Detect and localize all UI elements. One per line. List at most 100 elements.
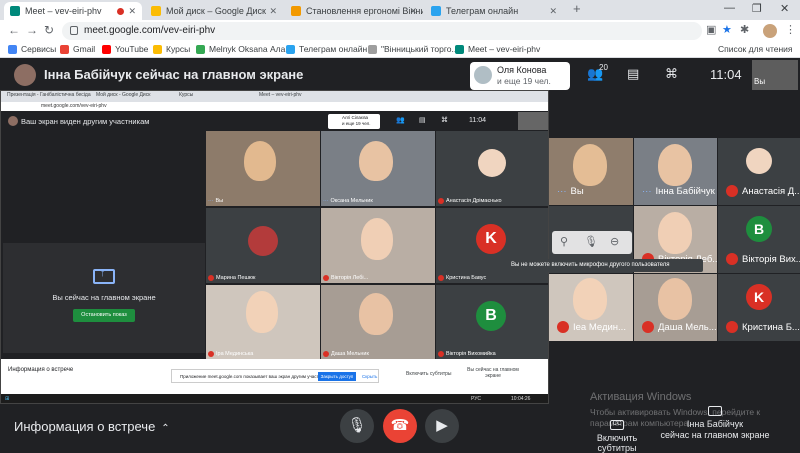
camera-icon[interactable]: ▣ — [706, 23, 716, 36]
bookmark-gmail[interactable]: Gmail — [60, 44, 95, 54]
new-tab-button[interactable]: + — [573, 1, 581, 16]
shared-tile: Вікторія Лебі... — [321, 208, 435, 283]
reading-list[interactable]: Список для чтения — [718, 44, 793, 54]
bookmark-vinnytsia[interactable]: "Вінницький торго... — [368, 44, 459, 54]
bookmark-youtube[interactable]: YouTube — [102, 44, 148, 54]
bookmark-courses[interactable]: Курсы — [153, 44, 190, 54]
participant-tile[interactable]: В Вікторія Вих... — [718, 206, 800, 273]
meet-favicon-icon — [10, 6, 20, 16]
mic-off-icon[interactable]: 🎙 — [584, 235, 598, 248]
tab-title: Становлення ергономі Вінниця — [306, 6, 423, 16]
telegram-favicon-icon — [431, 6, 441, 16]
shared-screen: Презентація - Ганібалістична бесіда Мой … — [0, 90, 549, 404]
people-icon[interactable]: 👥 20 — [587, 63, 608, 82]
tab-drive[interactable]: Мой диск – Google Диск ✕ — [145, 2, 283, 20]
presenter-bar: Інна Бабійчук сейчас на главном экране О… — [0, 58, 800, 90]
shared-tile: Марина Пешюк — [206, 208, 320, 283]
shared-participant-chip: Алгі Сілаєва и еще 19 чел. — [328, 114, 380, 129]
folder-icon — [153, 44, 162, 54]
present-icon — [708, 406, 722, 416]
presenter-title: Інна Бабійчук сейчас на главном экране — [44, 67, 304, 82]
shared-tab-strip: Презентація - Ганібалістична бесіда Мой … — [1, 91, 548, 102]
self-thumbnail[interactable]: Вы — [752, 60, 798, 90]
tile-hover-toolbar: ⚲ 🎙 ⊖ — [552, 231, 632, 254]
participant-tile[interactable]: Анастасія Д... — [718, 138, 800, 205]
present-screen-icon — [93, 267, 115, 284]
bookmarks-bar: Сервисы Gmail YouTube Курсы Melnyk Oksan… — [0, 42, 800, 58]
bookmark-star-icon[interactable]: ★ — [722, 23, 732, 36]
closed-captions-icon: CC — [610, 420, 624, 430]
browser-tab-strip: Meet – vev-eiri-phv ✕ Мой диск – Google … — [0, 0, 800, 20]
participant-tile[interactable]: Даша Мель... — [634, 274, 717, 341]
presenting-card: Вы сейчас на главном экране Остановить п… — [3, 243, 205, 353]
windows-start-icon: ⊞ — [5, 396, 10, 402]
participant-tile[interactable]: ··· Вы — [549, 138, 633, 205]
remove-icon[interactable]: ⊖ — [610, 235, 619, 248]
extensions-icon[interactable]: ✱ — [740, 23, 749, 36]
people-icon: 👥 — [396, 117, 405, 124]
youtube-icon — [102, 44, 111, 54]
shared-header: Ваш экран виден другим участникам Алгі С… — [1, 111, 548, 131]
participant-tile[interactable]: ··· Інна Бабійчук — [634, 138, 717, 205]
clock: 11:04 — [710, 67, 742, 82]
forward-icon[interactable]: → — [26, 23, 38, 37]
maximize-icon[interactable]: ❐ — [752, 2, 762, 15]
subtitles-button[interactable]: CC Включить субтитры — [577, 420, 657, 453]
presenter-avatar — [14, 64, 36, 86]
meeting-info-button[interactable]: Информация о встрече ⌃ — [14, 419, 170, 434]
shared-self-thumb — [518, 112, 548, 130]
close-tab-icon[interactable]: ✕ — [128, 6, 136, 17]
browser-toolbar: ← → ↻ meet.google.com/vev-eiri-phv ▣ ★ ✱… — [0, 20, 800, 42]
recording-dot-icon — [117, 8, 124, 15]
tab-ergonomics[interactable]: Становлення ергономі Вінниця ✕ — [285, 2, 423, 20]
participant-tile[interactable]: K Кристина Б... — [718, 274, 800, 341]
tab-telegram[interactable]: Телеграм онлайн ✕ — [425, 2, 563, 20]
site-icon — [196, 44, 205, 54]
avatar — [8, 116, 18, 126]
screen-share-notification: Приложение meet.google.com показывает ва… — [171, 369, 379, 383]
back-icon[interactable]: ← — [8, 23, 20, 37]
close-tab-icon[interactable]: ✕ — [549, 6, 557, 17]
menu-icon[interactable]: ⋮ — [785, 23, 796, 36]
end-call-button[interactable]: ☎ — [383, 409, 417, 443]
tab-title: Телеграм онлайн — [446, 6, 519, 16]
bookmark-telegram[interactable]: Телеграм онлайн — [286, 44, 367, 54]
drive-favicon-icon — [151, 6, 161, 16]
meet-window: Інна Бабійчук сейчас на главном экране О… — [0, 58, 800, 453]
bookmark-meet[interactable]: Meet – vev-eiri-phv — [455, 44, 540, 54]
participant-chip[interactable]: Оля Конова и еще 19 чел. — [470, 62, 570, 90]
close-tab-icon[interactable]: ✕ — [409, 6, 417, 17]
apps-icon — [8, 44, 17, 54]
doc-favicon-icon — [291, 6, 301, 16]
profile-avatar[interactable] — [763, 24, 777, 38]
site-icon — [368, 44, 377, 54]
shared-tile: Даша Мельник — [321, 285, 435, 359]
activities-icon[interactable]: ⌘ — [665, 66, 678, 82]
close-window-icon[interactable]: ✕ — [780, 2, 789, 15]
participant-tile[interactable]: Іеа Медин... — [549, 274, 633, 341]
shared-tile: Анастасія Дрімаєнько — [436, 131, 548, 206]
url-text: meet.google.com/vev-eiri-phv — [84, 25, 216, 36]
activities-icon: ⌘ — [441, 117, 448, 124]
tab-title: Мой диск – Google Диск — [166, 6, 266, 16]
shared-taskbar: ⊞ РУС 10:04:26 — [1, 394, 548, 403]
tab-meet[interactable]: Meet – vev-eiri-phv ✕ — [4, 2, 142, 20]
stop-presenting-button: Остановить показ — [73, 309, 135, 322]
pin-icon[interactable]: ⚲ — [560, 235, 568, 248]
address-bar[interactable]: meet.google.com/vev-eiri-phv — [62, 22, 702, 40]
lock-icon — [70, 26, 78, 35]
shared-address-bar: meet.google.com/vev-eiri-phv — [1, 102, 548, 111]
shared-tile: B Вікторія Вихомийка — [436, 285, 548, 359]
bookmark-melnyk[interactable]: Melnyk Oksana Ала... — [196, 44, 292, 54]
avatar — [474, 66, 492, 84]
minimize-icon[interactable]: — — [724, 2, 735, 14]
reload-icon[interactable]: ↻ — [44, 23, 54, 37]
microphone-button[interactable]: 🎙 — [340, 409, 374, 443]
chat-icon[interactable]: ▤ — [627, 66, 639, 82]
bookmark-services[interactable]: Сервисы — [8, 44, 56, 54]
close-tab-icon[interactable]: ✕ — [269, 6, 277, 17]
shared-tile: Іра Мединська — [206, 285, 320, 359]
camera-button[interactable]: ▶ — [425, 409, 459, 443]
presenting-status-button[interactable]: Інна Бабійчук сейчас на главном экране — [660, 406, 770, 441]
shared-tile: ··· Оксана Мельник — [321, 131, 435, 206]
